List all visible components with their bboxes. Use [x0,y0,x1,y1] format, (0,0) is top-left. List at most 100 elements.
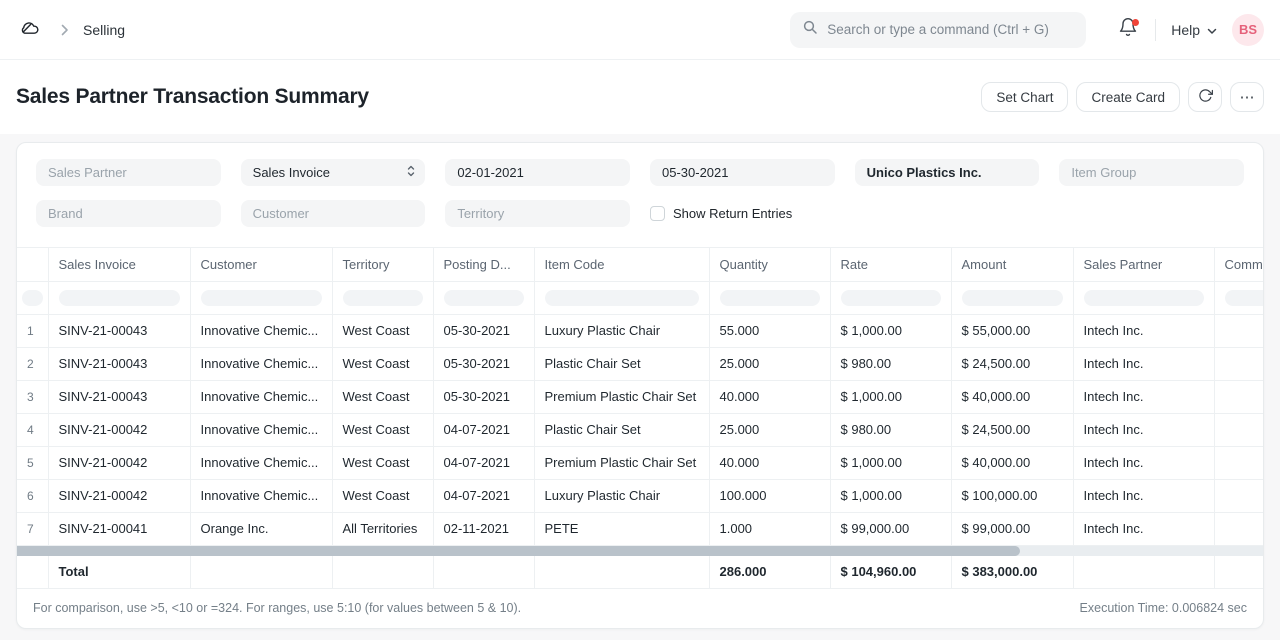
company-filter[interactable] [855,159,1040,186]
cell-amount[interactable]: $ 40,000.00 [951,446,1073,479]
cell-amount[interactable]: $ 100,000.00 [951,479,1073,512]
cell-item-code[interactable]: Premium Plastic Chair Set [534,446,709,479]
cell-sales-invoice[interactable]: SINV-21-00042 [48,446,190,479]
row-number[interactable]: 3 [17,380,48,413]
column-filter-cell[interactable] [48,281,190,314]
cell-territory[interactable]: West Coast [332,380,433,413]
column-header[interactable]: Rate [830,248,951,281]
column-filter-cell[interactable] [17,281,48,314]
cell-territory[interactable]: West Coast [332,347,433,380]
column-header[interactable]: Customer [190,248,332,281]
cell-commission[interactable] [1214,413,1263,446]
cell-quantity[interactable]: 1.000 [709,512,830,545]
cell-commission[interactable] [1214,347,1263,380]
horizontal-scrollbar[interactable] [17,546,1263,556]
cell-customer[interactable]: Innovative Chemic... [190,446,332,479]
column-header[interactable]: Item Code [534,248,709,281]
cell-customer[interactable]: Innovative Chemic... [190,479,332,512]
checkbox-icon[interactable] [650,206,665,221]
help-menu[interactable]: Help [1171,22,1217,38]
table-row[interactable]: 7 SINV-21-00041 Orange Inc. All Territor… [17,512,1263,545]
cell-rate[interactable]: $ 1,000.00 [830,446,951,479]
cell-amount[interactable]: $ 55,000.00 [951,314,1073,347]
cell-sales-partner[interactable]: Intech Inc. [1073,413,1214,446]
row-number[interactable]: 2 [17,347,48,380]
cell-rate[interactable]: $ 1,000.00 [830,314,951,347]
notifications-button[interactable] [1116,18,1140,42]
column-header[interactable]: Amount [951,248,1073,281]
cell-territory[interactable]: All Territories [332,512,433,545]
cell-customer[interactable]: Orange Inc. [190,512,332,545]
cell-sales-partner[interactable]: Intech Inc. [1073,446,1214,479]
global-search[interactable] [790,12,1086,48]
cell-sales-invoice[interactable]: SINV-21-00041 [48,512,190,545]
cell-quantity[interactable]: 25.000 [709,413,830,446]
table-row[interactable]: 3 SINV-21-00043 Innovative Chemic... Wes… [17,380,1263,413]
to-date-filter[interactable] [650,159,835,186]
item-group-filter[interactable] [1059,159,1244,186]
cell-posting-date[interactable]: 05-30-2021 [433,380,534,413]
user-avatar[interactable]: BS [1232,14,1264,46]
column-filter-cell[interactable] [1214,281,1263,314]
scrollbar-thumb[interactable] [17,546,1020,556]
from-date-filter[interactable] [445,159,630,186]
cell-sales-invoice[interactable]: SINV-21-00043 [48,380,190,413]
cell-item-code[interactable]: PETE [534,512,709,545]
cell-item-code[interactable]: Premium Plastic Chair Set [534,380,709,413]
row-number[interactable]: 6 [17,479,48,512]
column-filter-cell[interactable] [830,281,951,314]
cell-amount[interactable]: $ 24,500.00 [951,347,1073,380]
cell-quantity[interactable]: 40.000 [709,380,830,413]
cell-item-code[interactable]: Plastic Chair Set [534,347,709,380]
customer-filter[interactable] [241,200,426,227]
more-menu-button[interactable]: ⋯ [1230,82,1264,112]
cell-item-code[interactable]: Luxury Plastic Chair [534,314,709,347]
cell-quantity[interactable]: 55.000 [709,314,830,347]
cell-posting-date[interactable]: 04-07-2021 [433,446,534,479]
cell-territory[interactable]: West Coast [332,314,433,347]
cell-item-code[interactable]: Luxury Plastic Chair [534,479,709,512]
column-filter-cell[interactable] [190,281,332,314]
cell-customer[interactable]: Innovative Chemic... [190,347,332,380]
column-filter-cell[interactable] [1073,281,1214,314]
cell-rate[interactable]: $ 1,000.00 [830,380,951,413]
row-number[interactable]: 1 [17,314,48,347]
cell-customer[interactable]: Innovative Chemic... [190,380,332,413]
cell-quantity[interactable]: 40.000 [709,446,830,479]
cell-sales-partner[interactable]: Intech Inc. [1073,380,1214,413]
column-filter-cell[interactable] [332,281,433,314]
cell-commission[interactable] [1214,314,1263,347]
cell-rate[interactable]: $ 980.00 [830,413,951,446]
column-filter-cell[interactable] [709,281,830,314]
cell-posting-date[interactable]: 04-07-2021 [433,413,534,446]
set-chart-button[interactable]: Set Chart [981,82,1068,112]
table-row[interactable]: 4 SINV-21-00042 Innovative Chemic... Wes… [17,413,1263,446]
column-header[interactable]: Sales Partner [1073,248,1214,281]
cell-commission[interactable] [1214,479,1263,512]
brand-filter[interactable] [36,200,221,227]
cell-amount[interactable]: $ 24,500.00 [951,413,1073,446]
cell-quantity[interactable]: 100.000 [709,479,830,512]
column-header[interactable]: Sales Invoice [48,248,190,281]
cell-sales-partner[interactable]: Intech Inc. [1073,347,1214,380]
row-number[interactable]: 5 [17,446,48,479]
cell-rate[interactable]: $ 980.00 [830,347,951,380]
cell-sales-partner[interactable]: Intech Inc. [1073,512,1214,545]
cell-posting-date[interactable]: 04-07-2021 [433,479,534,512]
cell-commission[interactable] [1214,512,1263,545]
table-row[interactable]: 6 SINV-21-00042 Innovative Chemic... Wes… [17,479,1263,512]
cell-territory[interactable]: West Coast [332,413,433,446]
cell-customer[interactable]: Innovative Chemic... [190,413,332,446]
cell-sales-partner[interactable]: Intech Inc. [1073,479,1214,512]
column-filter-cell[interactable] [433,281,534,314]
column-header[interactable]: Quantity [709,248,830,281]
cell-sales-invoice[interactable]: SINV-21-00042 [48,413,190,446]
sales-partner-filter[interactable] [36,159,221,186]
column-header[interactable]: Comm [1214,248,1263,281]
cell-posting-date[interactable]: 05-30-2021 [433,347,534,380]
cell-sales-invoice[interactable]: SINV-21-00042 [48,479,190,512]
column-filter-cell[interactable] [951,281,1073,314]
table-row[interactable]: 1 SINV-21-00043 Innovative Chemic... Wes… [17,314,1263,347]
cell-quantity[interactable]: 25.000 [709,347,830,380]
row-number[interactable]: 4 [17,413,48,446]
